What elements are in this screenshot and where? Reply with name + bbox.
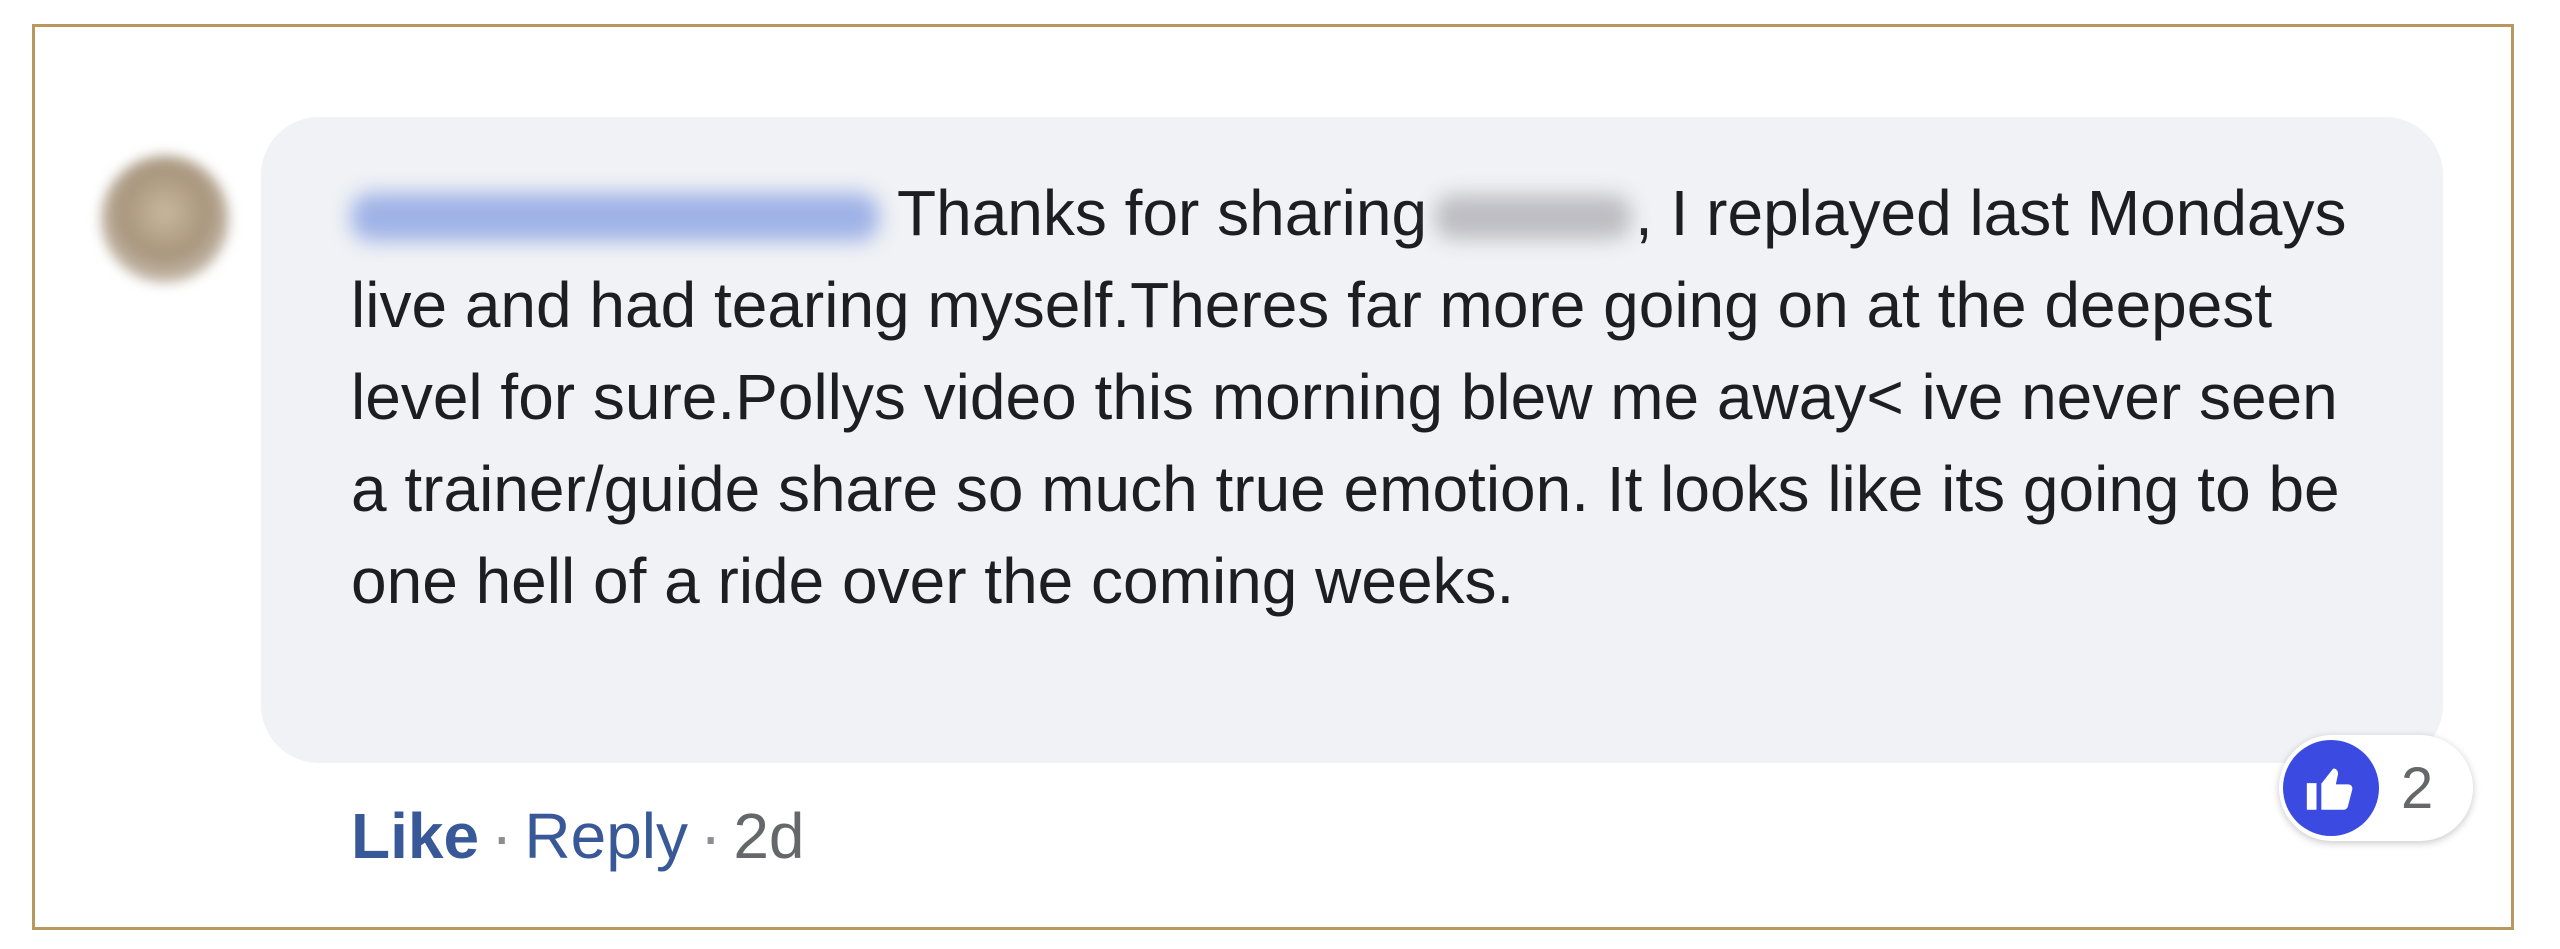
screenshot-frame: Thanks for sharing, I replayed last Mond… bbox=[32, 24, 2514, 930]
comment-actions: Like · Reply · 2d bbox=[351, 799, 805, 873]
comment-text-start: Thanks for sharing bbox=[897, 177, 1428, 249]
comment-bubble: Thanks for sharing, I replayed last Mond… bbox=[261, 117, 2443, 763]
author-name-redacted[interactable] bbox=[351, 193, 879, 241]
thumbs-up-icon bbox=[2283, 740, 2379, 836]
comment-body: Thanks for sharing, I replayed last Mond… bbox=[351, 167, 2371, 627]
reaction-summary[interactable]: 2 bbox=[2279, 735, 2473, 841]
mention-redacted[interactable] bbox=[1435, 195, 1632, 239]
timestamp[interactable]: 2d bbox=[733, 799, 804, 873]
separator: · bbox=[700, 800, 722, 872]
separator: · bbox=[491, 800, 513, 872]
like-button[interactable]: Like bbox=[351, 799, 479, 873]
reaction-count: 2 bbox=[2401, 755, 2434, 821]
avatar[interactable] bbox=[101, 155, 229, 283]
reply-button[interactable]: Reply bbox=[524, 799, 688, 873]
